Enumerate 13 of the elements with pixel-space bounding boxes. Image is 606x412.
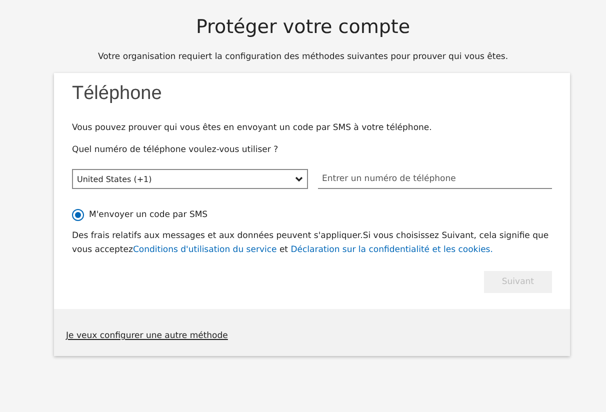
chevron-down-icon	[295, 176, 303, 182]
option-label[interactable]: M'envoyer un code par SMS	[89, 210, 208, 220]
country-select[interactable]: United States (+1)	[72, 169, 308, 189]
terms-link[interactable]: Conditions d'utilisation du service	[132, 245, 277, 255]
section-heading: Téléphone	[72, 83, 163, 105]
consent-text: Des frais relatifs aux messages et aux données peuvent s'appliquer.Si vous choisissez Suivant, cela signifie que vous acceptezConditions d'utilisation du service et Déclaration sur la confidentialité et les cookies.	[72, 230, 550, 257]
intro-text: Vous pouvez prouver qui vous êtes en envoyant un code par SMS à votre téléphone.	[72, 123, 433, 133]
other-method-link[interactable]: Je veux configurer une autre méthode	[66, 331, 228, 341]
page-title: Protéger votre compte	[194, 16, 412, 38]
radio-button[interactable]	[72, 209, 84, 221]
question-text: Quel numéro de téléphone voulez-vous utiliser ?	[72, 145, 280, 155]
privacy-link[interactable]: Déclaration sur la confidentialité et les cookies.	[290, 245, 493, 255]
page-subtitle: Votre organisation requiert la configuration des méthodes suivantes pour prouver qui vous êtes.	[96, 52, 510, 62]
